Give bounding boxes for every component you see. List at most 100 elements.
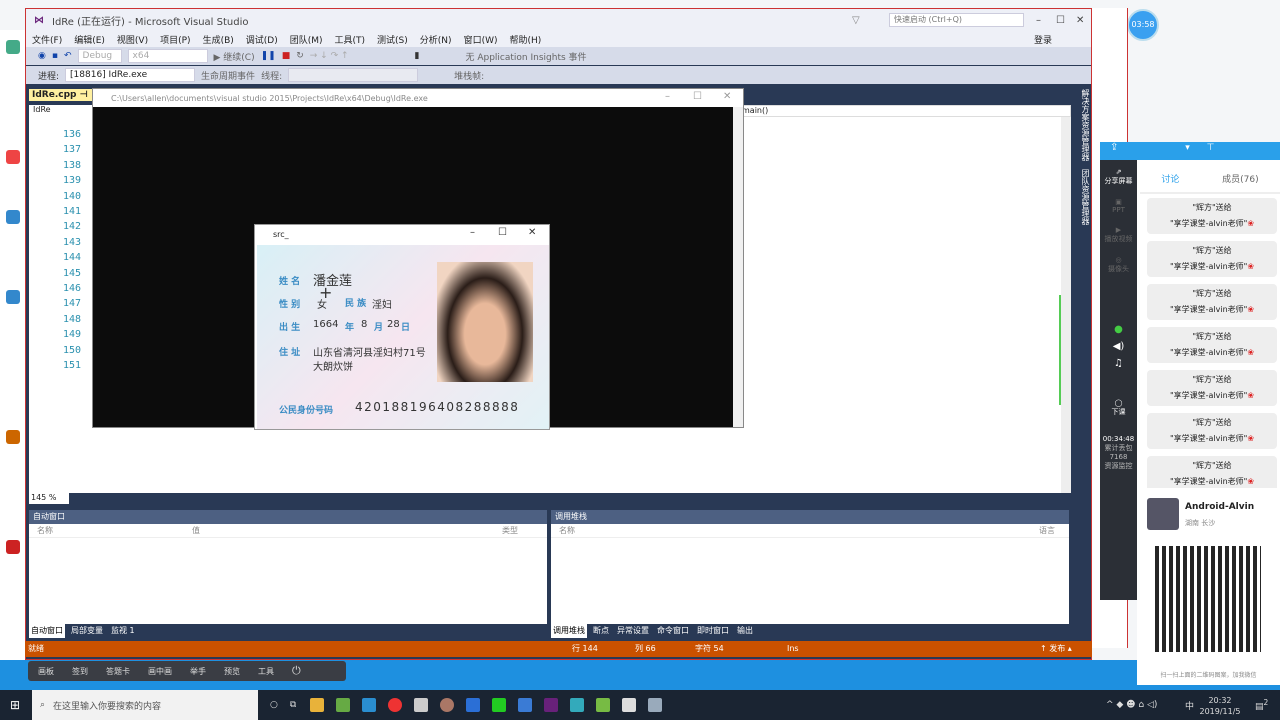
- app-icon[interactable]: [648, 698, 663, 712]
- menu-tools[interactable]: 工具(T): [335, 33, 366, 46]
- config-select[interactable]: Debug: [77, 49, 122, 63]
- tab-members[interactable]: 成员(76): [1222, 172, 1258, 192]
- close-button[interactable]: ✕: [1076, 15, 1084, 26]
- whiteboard-button[interactable]: 画板: [38, 666, 54, 677]
- menu-build[interactable]: 生成(B): [203, 33, 234, 46]
- telegram-icon[interactable]: [362, 698, 377, 712]
- filter-icon[interactable]: ▽: [852, 15, 860, 26]
- insights-select[interactable]: 无 Application Insights 事件: [465, 50, 586, 63]
- speaker-icon[interactable]: ◀): [1100, 341, 1137, 352]
- cortana-icon[interactable]: ○: [270, 700, 278, 710]
- tab-autos[interactable]: 自动窗口: [29, 624, 65, 638]
- vertical-scrollbar[interactable]: [1061, 117, 1071, 493]
- menu-project[interactable]: 项目(P): [160, 33, 190, 46]
- vlc-icon[interactable]: [6, 430, 20, 444]
- power-icon[interactable]: ⏻: [292, 664, 301, 678]
- taskbar-search[interactable]: ⌕ 在这里输入你要搜索的内容: [32, 690, 258, 720]
- team-explorer-tab[interactable]: 团队资源管理器: [1075, 169, 1091, 229]
- checkin-button[interactable]: 签到: [72, 666, 88, 677]
- function-dropdown[interactable]: main(): [741, 105, 1071, 117]
- raise-hand-button[interactable]: 举手: [190, 666, 206, 677]
- tab-output[interactable]: 输出: [735, 624, 755, 638]
- app-icon[interactable]: [596, 698, 611, 712]
- publish-button[interactable]: ↑ 发布 ▴: [1040, 641, 1072, 657]
- scope-dropdown[interactable]: IdRe: [29, 105, 89, 117]
- tools-button[interactable]: 工具: [258, 666, 274, 677]
- menu-file[interactable]: 文件(F): [32, 33, 62, 46]
- tab-immediate[interactable]: 即时窗口: [695, 624, 731, 638]
- tab-idre-cpp[interactable]: IdRe.cpp ⊣ ✕: [29, 89, 102, 101]
- tab-exceptions[interactable]: 异常设置: [615, 624, 651, 638]
- menu-team[interactable]: 团队(M): [290, 33, 323, 46]
- chrome-icon[interactable]: [388, 698, 403, 712]
- pin-icon[interactable]: ⊤: [1207, 143, 1215, 153]
- task-view-icon[interactable]: ⧉: [290, 700, 296, 710]
- tab-callstack[interactable]: 调用堆栈: [551, 624, 587, 638]
- menu-analyze[interactable]: 分析(N): [420, 33, 452, 46]
- maximize-button[interactable]: ☐: [498, 227, 507, 238]
- play-video-button[interactable]: ▶ 播放视频: [1100, 226, 1137, 244]
- app-icon[interactable]: [414, 698, 429, 712]
- stop-icon[interactable]: ■: [282, 51, 291, 61]
- visual-studio-icon[interactable]: [544, 698, 559, 712]
- chrome-icon[interactable]: [6, 150, 20, 164]
- word-icon[interactable]: [466, 698, 481, 712]
- app-icon[interactable]: [6, 40, 20, 54]
- file-explorer-icon[interactable]: [310, 698, 325, 712]
- minimize-button[interactable]: –: [665, 91, 670, 102]
- maximize-button[interactable]: ☐: [693, 91, 702, 102]
- app-icon[interactable]: [570, 698, 585, 712]
- preview-button[interactable]: 预览: [224, 666, 240, 677]
- ime-indicator[interactable]: 中: [1185, 699, 1194, 712]
- signin-link[interactable]: 登录: [1034, 33, 1052, 46]
- app-icon[interactable]: [6, 210, 20, 224]
- ppt-button[interactable]: ▣ PPT: [1100, 198, 1137, 214]
- menu-debug[interactable]: 调试(D): [246, 33, 278, 46]
- app-icon[interactable]: [6, 290, 20, 304]
- clock[interactable]: 20:32 2019/11/5: [1198, 695, 1242, 717]
- save-icon[interactable]: ▪: [52, 51, 58, 61]
- tab-watch[interactable]: 监视 1: [109, 624, 137, 638]
- timer-badge[interactable]: 03:58: [1127, 9, 1159, 41]
- tab-command[interactable]: 命令窗口: [655, 624, 691, 638]
- step-icons[interactable]: → ↓ ↷ ↑: [310, 51, 349, 61]
- close-button[interactable]: ✕: [723, 91, 731, 102]
- menu-help[interactable]: 帮助(H): [509, 33, 541, 46]
- platform-select[interactable]: x64: [127, 49, 208, 63]
- wechat-icon[interactable]: [492, 698, 507, 712]
- menu-view[interactable]: 视图(V): [117, 33, 148, 46]
- maximize-button[interactable]: ☐: [1056, 15, 1065, 26]
- qq-icon[interactable]: [6, 540, 20, 554]
- close-button[interactable]: ✕: [528, 227, 536, 238]
- app-icon[interactable]: [518, 698, 533, 712]
- camera-button[interactable]: ◎ 摄像头: [1100, 256, 1137, 274]
- mic-icon[interactable]: ●: [1100, 324, 1137, 335]
- continue-button[interactable]: ▶ 继续(C): [214, 50, 255, 63]
- lifecycle-select[interactable]: 生命周期事件: [201, 69, 255, 82]
- back-icon[interactable]: ◉: [38, 51, 46, 61]
- tray-icons[interactable]: ^ ◆ ☻ ⌂ ◁): [1106, 700, 1157, 710]
- share-icon[interactable]: ⇪: [1110, 142, 1118, 153]
- music-icon[interactable]: ♫: [1100, 358, 1137, 369]
- menu-test[interactable]: 测试(S): [377, 33, 408, 46]
- undo-icon[interactable]: ↶: [64, 51, 72, 61]
- share-screen-button[interactable]: ⇗ 分享屏幕: [1100, 160, 1137, 186]
- menu-window[interactable]: 窗口(W): [464, 33, 498, 46]
- process-select[interactable]: [18816] IdRe.exe: [65, 68, 196, 82]
- menu-edit[interactable]: 编辑(E): [74, 33, 105, 46]
- end-class-button[interactable]: ◯ 下课: [1100, 399, 1137, 417]
- minimize-button[interactable]: –: [1036, 15, 1041, 26]
- dropdown-icon[interactable]: ▾: [1185, 143, 1190, 153]
- tab-discussion[interactable]: 讨论: [1161, 172, 1179, 192]
- bookmark-icon[interactable]: ▮: [415, 51, 420, 61]
- quick-launch-input[interactable]: 快速启动 (Ctrl+Q): [889, 13, 1024, 27]
- zoom-select[interactable]: 145 %: [29, 493, 69, 504]
- minimize-button[interactable]: –: [470, 227, 475, 238]
- windows-start-icon[interactable]: ⊞: [10, 698, 20, 712]
- android-studio-icon[interactable]: [336, 698, 351, 712]
- answer-card-button[interactable]: 答题卡: [106, 666, 130, 677]
- tab-breakpoints[interactable]: 断点: [591, 624, 611, 638]
- tab-locals[interactable]: 局部变量: [69, 624, 105, 638]
- restart-icon[interactable]: ↻: [296, 51, 304, 61]
- pause-icon[interactable]: ❚❚: [261, 51, 276, 61]
